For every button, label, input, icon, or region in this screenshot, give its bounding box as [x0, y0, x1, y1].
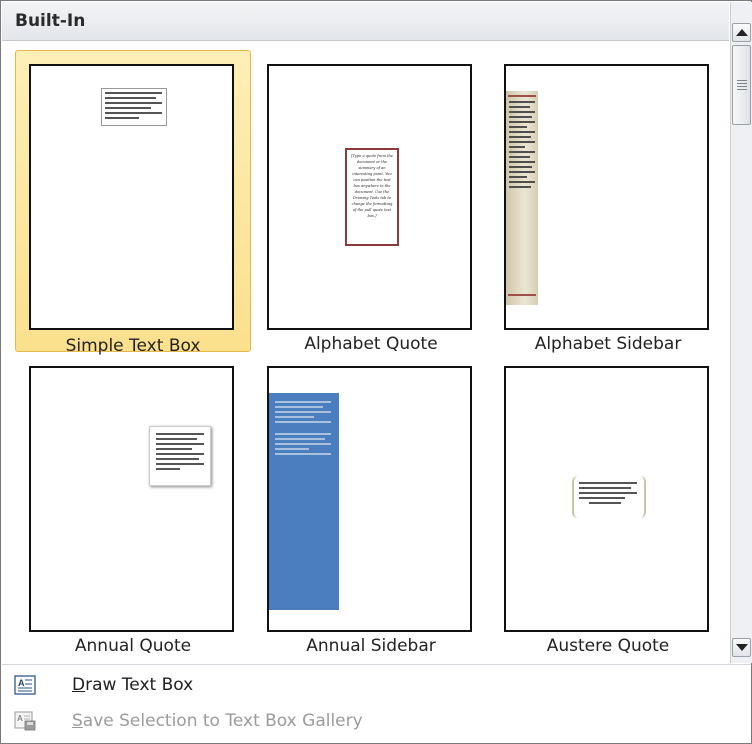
quote-box-preview	[149, 426, 211, 486]
quote-box-preview	[572, 476, 646, 518]
page-thumbnail	[267, 366, 472, 632]
scroll-up-button[interactable]	[732, 23, 751, 42]
gallery-item-annual-quote[interactable]: Annual Quote	[15, 352, 251, 656]
gallery-section-header: Built-In	[2, 2, 729, 41]
text-box-preview	[101, 88, 167, 126]
gallery-item-alphabet-quote[interactable]: [Type a quote from the document or the s…	[253, 50, 489, 354]
draw-text-box-menu-item[interactable]: A Draw Text Box	[2, 667, 751, 703]
gallery-item-austere-quote[interactable]: Austere Quote	[490, 352, 726, 656]
scroll-down-button[interactable]	[732, 638, 751, 657]
gallery-grid: Simple Text Box [Type a quote from the d…	[2, 41, 729, 663]
save-selection-label: Save Selection to Text Box Gallery	[72, 711, 363, 731]
draw-text-box-label: Draw Text Box	[72, 675, 194, 695]
sidebar-preview	[506, 91, 538, 305]
page-thumbnail	[504, 366, 709, 632]
tile-label: Alphabet Sidebar	[534, 334, 682, 354]
quote-text-preview: [Type a quote from the document or the s…	[351, 154, 393, 218]
gallery-item-simple-text-box[interactable]: Simple Text Box	[15, 50, 251, 356]
text-box-gallery-dropdown: Built-In Simple Text Box [Type a quote f…	[0, 0, 752, 744]
save-to-gallery-icon: A	[14, 711, 36, 731]
gallery-menu: A Draw Text Box A Save Selection to Text…	[2, 664, 751, 743]
save-selection-menu-item[interactable]: A Save Selection to Text Box Gallery	[2, 703, 751, 739]
chevron-up-icon	[735, 29, 748, 36]
text-box-icon: A	[14, 675, 36, 695]
svg-text:A: A	[18, 678, 25, 688]
scroll-thumb[interactable]	[732, 45, 751, 125]
tile-label: Annual Quote	[74, 636, 192, 656]
tile-label: Annual Sidebar	[306, 636, 436, 656]
page-thumbnail	[29, 366, 234, 632]
gallery-scrollbar[interactable]	[730, 2, 752, 663]
tile-label: Alphabet Quote	[304, 334, 438, 354]
tile-label: Austere Quote	[546, 636, 670, 656]
quote-box-preview: [Type a quote from the document or the s…	[345, 148, 399, 246]
svg-text:A: A	[17, 714, 23, 723]
gallery-item-alphabet-sidebar[interactable]: Alphabet Sidebar	[490, 50, 726, 354]
gallery-item-annual-sidebar[interactable]: Annual Sidebar	[253, 352, 489, 656]
page-thumbnail	[504, 64, 709, 330]
page-thumbnail: [Type a quote from the document or the s…	[267, 64, 472, 330]
section-title: Built-In	[15, 11, 86, 31]
page-thumbnail	[29, 64, 234, 330]
chevron-down-icon	[735, 644, 748, 651]
sidebar-preview	[269, 393, 339, 610]
